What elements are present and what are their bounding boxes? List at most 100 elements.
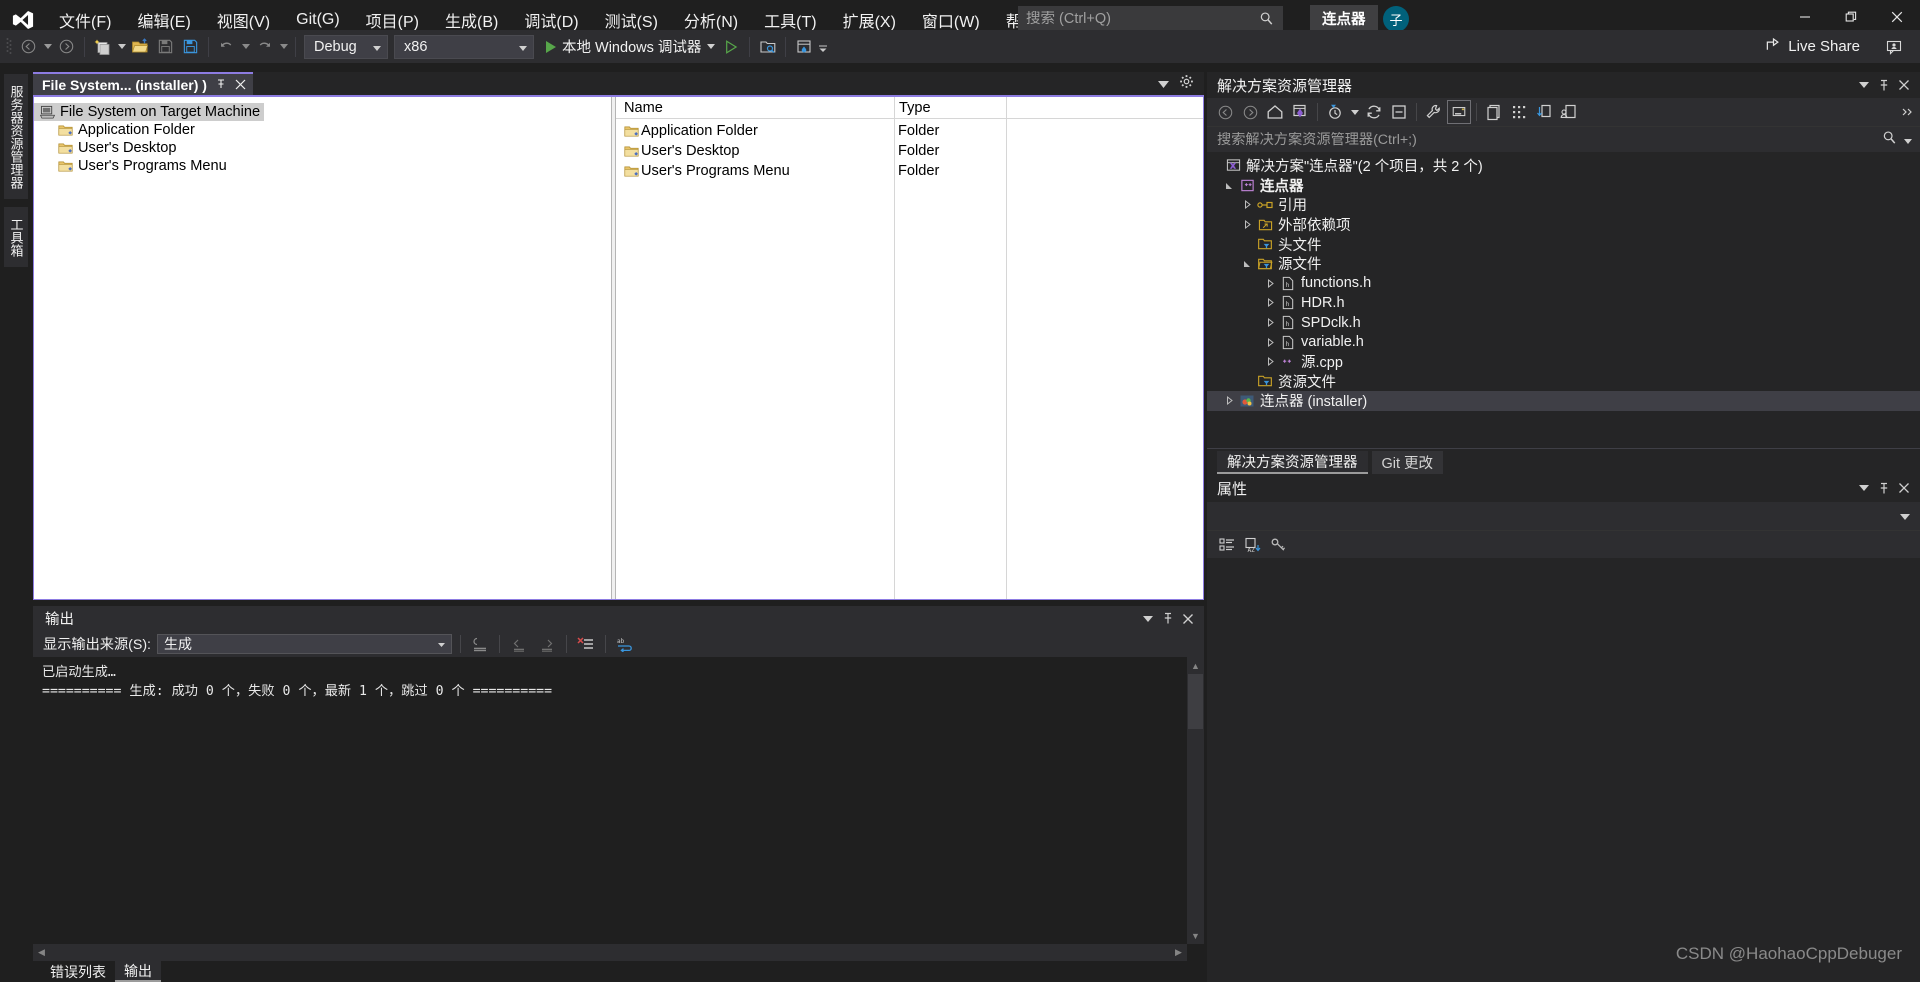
- new-project-dropdown-icon[interactable]: [115, 34, 128, 59]
- global-search-box[interactable]: [1018, 6, 1283, 32]
- output-horizontal-scrollbar[interactable]: ◀ ▶: [33, 944, 1187, 961]
- live-share-button[interactable]: Live Share: [1765, 34, 1860, 59]
- preview-selected-items-icon[interactable]: [1447, 100, 1471, 124]
- sync-with-active-document-icon[interactable]: [1532, 100, 1556, 124]
- se-node-solution[interactable]: 解决方案"连点器"(2 个项目，共 2 个): [1207, 156, 1920, 176]
- toolbar-overflow-icon[interactable]: [1896, 100, 1920, 124]
- toolbar-grip-handle[interactable]: [6, 37, 16, 57]
- solution-name-chip[interactable]: 连点器: [1310, 5, 1378, 32]
- navigate-back-icon[interactable]: [1213, 100, 1237, 124]
- pin-icon[interactable]: [1158, 609, 1178, 629]
- gear-icon[interactable]: [1179, 74, 1194, 94]
- solution-view-icon[interactable]: [1288, 100, 1312, 124]
- list-row[interactable]: User's Desktop Folder: [616, 141, 1203, 161]
- save-all-icon[interactable]: [178, 34, 203, 59]
- navigate-back-icon[interactable]: [16, 34, 41, 59]
- se-node-file-functions-h[interactable]: h functions.h: [1207, 274, 1920, 294]
- close-icon[interactable]: [1178, 609, 1198, 629]
- se-node-references[interactable]: 引用: [1207, 195, 1920, 215]
- output-text-area[interactable]: 已启动生成… ========== 生成: 成功 0 个，失败 0 个，最新 1…: [33, 657, 1204, 944]
- se-node-project-installer[interactable]: 连点器 (installer): [1207, 391, 1920, 411]
- undo-icon[interactable]: [214, 34, 239, 59]
- output-scroll-thumb[interactable]: [1188, 674, 1203, 729]
- alphabetical-view-icon[interactable]: AZ: [1241, 533, 1265, 557]
- expander-collapsed-icon[interactable]: [1262, 318, 1278, 328]
- restore-button[interactable]: [1828, 0, 1874, 34]
- se-node-file-variable-h[interactable]: h variable.h: [1207, 332, 1920, 352]
- pending-changes-filter-icon[interactable]: [1323, 100, 1347, 124]
- properties-object-combo[interactable]: [1207, 502, 1920, 530]
- save-file-icon[interactable]: [153, 34, 178, 59]
- close-icon[interactable]: [1894, 477, 1914, 499]
- chevron-down-icon[interactable]: [1854, 477, 1874, 499]
- list-row[interactable]: Application Folder Folder: [616, 121, 1203, 141]
- pin-icon[interactable]: [1874, 74, 1894, 96]
- column-header-name[interactable]: Name: [616, 100, 894, 116]
- chevron-down-icon[interactable]: [1348, 100, 1361, 124]
- account-avatar[interactable]: 子: [1383, 6, 1409, 32]
- bottom-tab-output[interactable]: 输出: [115, 961, 161, 982]
- configuration-combo[interactable]: Debug: [304, 34, 388, 59]
- properties-grid[interactable]: [1207, 558, 1920, 918]
- navigate-forward-icon[interactable]: [54, 34, 79, 59]
- expander-collapsed-icon[interactable]: [1221, 396, 1237, 406]
- redo-icon[interactable]: [252, 34, 277, 59]
- expander-collapsed-icon[interactable]: [1262, 298, 1278, 308]
- expander-collapsed-icon[interactable]: [1262, 278, 1278, 288]
- open-file-icon[interactable]: [128, 34, 153, 59]
- home-icon[interactable]: [1263, 100, 1287, 124]
- expander-collapsed-icon[interactable]: [1239, 220, 1255, 230]
- toggle-word-wrap-icon[interactable]: ab: [614, 633, 636, 655]
- select-start-item-icon[interactable]: [755, 34, 780, 59]
- tree-node-users-programs-menu[interactable]: User's Programs Menu: [34, 157, 611, 175]
- column-header-type[interactable]: Type: [894, 96, 1006, 119]
- solution-explorer-tree[interactable]: 解决方案"连点器"(2 个项目，共 2 个) 连点器 引用 外部依赖项 头文件 …: [1207, 152, 1920, 448]
- output-vertical-scrollbar[interactable]: ▲ ▼: [1187, 657, 1204, 944]
- chevron-down-icon[interactable]: [1900, 507, 1910, 525]
- chevron-down-icon[interactable]: [707, 44, 716, 49]
- solution-explorer-search[interactable]: [1207, 126, 1920, 152]
- se-node-project-liandianqi[interactable]: 连点器: [1207, 176, 1920, 196]
- collapse-all-icon[interactable]: [1387, 100, 1411, 124]
- se-node-file-spdclk-h[interactable]: h SPDclk.h: [1207, 313, 1920, 333]
- dock-tab-git-changes[interactable]: Git 更改: [1371, 451, 1444, 474]
- pin-icon[interactable]: [215, 77, 227, 93]
- send-feedback-icon[interactable]: [1881, 35, 1906, 60]
- se-node-external-dependencies[interactable]: 外部依赖项: [1207, 215, 1920, 235]
- scroll-left-icon[interactable]: ◀: [33, 944, 50, 961]
- tree-node-root[interactable]: File System on Target Machine: [34, 103, 265, 121]
- bottom-tab-error-list[interactable]: 错误列表: [41, 961, 115, 982]
- solution-explorer-search-input[interactable]: [1217, 131, 1882, 148]
- se-node-resource-files-filter[interactable]: 资源文件: [1207, 372, 1920, 392]
- chevron-down-icon[interactable]: [1854, 74, 1874, 96]
- next-message-icon[interactable]: [536, 633, 558, 655]
- file-system-tree-pane[interactable]: File System on Target Machine Applicatio…: [34, 97, 612, 599]
- redo-dropdown-icon[interactable]: [277, 34, 290, 59]
- hot-reload-icon[interactable]: [791, 34, 816, 59]
- properties-wrench-icon[interactable]: [1422, 100, 1446, 124]
- start-debugging-button[interactable]: 本地 Windows 调试器: [537, 34, 719, 59]
- navigate-forward-icon[interactable]: [1238, 100, 1262, 124]
- chevron-down-icon[interactable]: [1138, 609, 1158, 629]
- platform-combo[interactable]: x86: [394, 34, 534, 59]
- undo-dropdown-icon[interactable]: [239, 34, 252, 59]
- pin-icon[interactable]: [1874, 477, 1894, 499]
- minimize-button[interactable]: [1782, 0, 1828, 34]
- se-node-header-files-filter[interactable]: 头文件: [1207, 234, 1920, 254]
- search-input[interactable]: [1026, 11, 1259, 27]
- categorized-view-icon[interactable]: [1215, 533, 1239, 557]
- list-row[interactable]: User's Programs Menu Folder: [616, 161, 1203, 181]
- close-icon[interactable]: [1894, 74, 1914, 96]
- scroll-right-icon[interactable]: ▶: [1170, 944, 1187, 961]
- close-button[interactable]: [1874, 0, 1920, 34]
- se-node-source-files-filter[interactable]: 源文件: [1207, 254, 1920, 274]
- solution-properties-icon[interactable]: [1557, 100, 1581, 124]
- expander-collapsed-icon[interactable]: [1262, 357, 1278, 367]
- se-node-file-yuan-cpp[interactable]: 源.cpp: [1207, 352, 1920, 372]
- se-node-file-hdr-h[interactable]: h HDR.h: [1207, 293, 1920, 313]
- scroll-up-icon[interactable]: ▲: [1187, 657, 1204, 674]
- navigate-back-dropdown-icon[interactable]: [41, 34, 54, 59]
- close-icon[interactable]: [235, 77, 246, 93]
- document-tab-file-system[interactable]: File System... (installer) ): [33, 72, 253, 96]
- start-without-debugging-icon[interactable]: [719, 34, 744, 59]
